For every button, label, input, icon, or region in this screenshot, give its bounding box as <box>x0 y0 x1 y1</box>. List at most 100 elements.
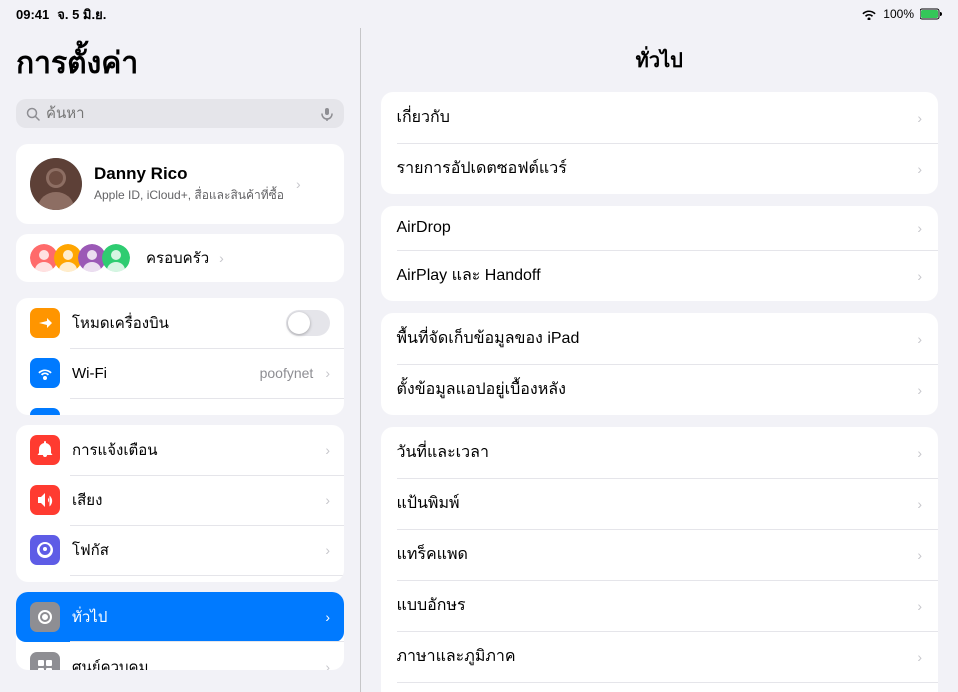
sidebar-section-system: ทั่วไป › ศูนย์ควบคุม › <box>16 592 344 670</box>
profile-info: Danny Rico Apple ID, iCloud+, สื่อและสิน… <box>94 164 284 205</box>
profile-chevron: › <box>296 176 301 192</box>
general-chevron: › <box>325 609 330 625</box>
controlcenter-label: ศูนย์ควบคุม <box>72 655 313 670</box>
airplane-label: โหมดเครื่องบิน <box>72 311 274 335</box>
sidebar-section-alerts: การแจ้งเตือน › เสียง › โฟกัส <box>16 425 344 581</box>
sidebar-item-bluetooth[interactable]: B บลูทูธ เปิด › <box>16 398 344 415</box>
main-layout: การตั้งค่า <box>0 28 958 692</box>
general-label: ทั่วไป <box>72 605 313 629</box>
software-update-label: รายการอัปเดตซอฟต์แวร์ <box>397 156 918 181</box>
sounds-chevron: › <box>325 492 330 508</box>
status-bar-left: 09:41 จ. 5 มิ.ย. <box>16 4 106 25</box>
airplay-chevron: › <box>917 268 922 284</box>
status-bar-right: 100% <box>861 7 942 21</box>
wifi-icon <box>861 8 877 20</box>
family-row[interactable]: ครอบครัว › <box>16 234 344 282</box>
settings-row-language[interactable]: ภาษาและภูมิภาค › <box>381 631 939 682</box>
settings-row-about[interactable]: เกี่ยวกับ › <box>381 92 939 143</box>
trackpad-chevron: › <box>917 547 922 563</box>
about-label: เกี่ยวกับ <box>397 105 918 130</box>
search-input[interactable] <box>46 105 314 122</box>
wifi-label: Wi-Fi <box>72 365 248 382</box>
family-label: ครอบครัว <box>146 246 209 270</box>
sidebar-section-connectivity: โหมดเครื่องบิน Wi-Fi poofynet › B <box>16 298 344 415</box>
controlcenter-icon <box>30 652 60 670</box>
language-chevron: › <box>917 649 922 665</box>
settings-section-info: เกี่ยวกับ › รายการอัปเดตซอฟต์แวร์ › <box>381 92 939 194</box>
toggle-knob <box>288 312 310 334</box>
family-chevron: › <box>219 250 224 266</box>
keyboard-label: แป้นพิมพ์ <box>397 491 918 516</box>
trackpad-label: แทร็คแพด <box>397 542 918 567</box>
right-panel-title: ทั่วไป <box>381 44 939 76</box>
bluetooth-label: บลูทูธ <box>72 411 279 415</box>
sidebar-item-controlcenter[interactable]: ศูนย์ควบคุม › <box>16 642 344 670</box>
airdrop-label: AirDrop <box>397 219 918 237</box>
background-app-chevron: › <box>917 382 922 398</box>
focus-icon <box>30 535 60 565</box>
datetime-label: วันที่และเวลา <box>397 440 918 465</box>
notifications-icon <box>30 435 60 465</box>
about-chevron: › <box>917 110 922 126</box>
controlcenter-chevron: › <box>325 659 330 670</box>
profile-card[interactable]: Danny Rico Apple ID, iCloud+, สื่อและสิน… <box>16 144 344 224</box>
sidebar-item-focus[interactable]: โฟกัส › <box>16 525 344 575</box>
sidebar-item-notifications[interactable]: การแจ้งเตือน › <box>16 425 344 475</box>
settings-row-keyboard[interactable]: แป้นพิมพ์ › <box>381 478 939 529</box>
fonts-chevron: › <box>917 598 922 614</box>
language-label: ภาษาและภูมิภาค <box>397 644 918 669</box>
sidebar-item-screentime[interactable]: เวลาหน้าจอ › <box>16 575 344 581</box>
keyboard-chevron: › <box>917 496 922 512</box>
time: 09:41 <box>16 7 49 22</box>
battery-icon <box>920 8 942 20</box>
search-bar[interactable] <box>16 99 344 128</box>
profile-name: Danny Rico <box>94 164 284 184</box>
battery-percent: 100% <box>883 7 914 21</box>
status-bar: 09:41 จ. 5 มิ.ย. 100% <box>0 0 958 28</box>
airplane-toggle[interactable] <box>286 310 330 336</box>
avatar <box>30 158 82 210</box>
sidebar-item-general[interactable]: ทั่วไป › <box>16 592 344 642</box>
notifications-label: การแจ้งเตือน <box>72 438 313 462</box>
sounds-icon <box>30 485 60 515</box>
airplay-label: AirPlay และ Handoff <box>397 263 918 288</box>
right-panel: ทั่วไป เกี่ยวกับ › รายการอัปเดตซอฟต์แวร์… <box>361 28 958 692</box>
settings-row-background-app[interactable]: ตั้งข้อมูลแอปอยู่เบื้องหลัง › <box>381 364 939 415</box>
wifi-settings-icon <box>30 358 60 388</box>
settings-row-airplay[interactable]: AirPlay และ Handoff › <box>381 250 939 301</box>
mic-icon <box>320 107 334 121</box>
wifi-chevron: › <box>325 365 330 381</box>
sounds-label: เสียง <box>72 488 313 512</box>
software-update-chevron: › <box>917 161 922 177</box>
settings-row-datetime[interactable]: วันที่และเวลา › <box>381 427 939 478</box>
general-icon <box>30 602 60 632</box>
search-icon <box>26 107 40 121</box>
bluetooth-icon: B <box>30 408 60 415</box>
settings-row-dictionary[interactable]: พจนานุกรม › <box>381 682 939 692</box>
settings-row-storage[interactable]: พื้นที่จัดเก็บข้อมูลของ iPad › <box>381 313 939 364</box>
sidebar-item-wifi[interactable]: Wi-Fi poofynet › <box>16 348 344 398</box>
bluetooth-value: เปิด <box>291 412 314 415</box>
sidebar-title: การตั้งค่า <box>16 40 344 87</box>
date: จ. 5 มิ.ย. <box>57 4 106 25</box>
settings-row-fonts[interactable]: แบบอักษร › <box>381 580 939 631</box>
settings-row-trackpad[interactable]: แทร็คแพด › <box>381 529 939 580</box>
settings-row-software-update[interactable]: รายการอัปเดตซอฟต์แวร์ › <box>381 143 939 194</box>
profile-subtitle: Apple ID, iCloud+, สื่อและสินค้าที่ซื้อ <box>94 186 284 205</box>
settings-section-storage: พื้นที่จัดเก็บข้อมูลของ iPad › ตั้งข้อมู… <box>381 313 939 415</box>
sidebar: การตั้งค่า <box>0 28 360 692</box>
sidebar-item-airplane[interactable]: โหมดเครื่องบิน <box>16 298 344 348</box>
airplane-icon <box>30 308 60 338</box>
airdrop-chevron: › <box>917 220 922 236</box>
storage-chevron: › <box>917 331 922 347</box>
family-avatars <box>30 244 126 272</box>
focus-chevron: › <box>325 542 330 558</box>
settings-section-locale: วันที่และเวลา › แป้นพิมพ์ › แทร็คแพด › แ… <box>381 427 939 692</box>
settings-row-airdrop[interactable]: AirDrop › <box>381 206 939 250</box>
background-app-label: ตั้งข้อมูลแอปอยู่เบื้องหลัง <box>397 377 918 402</box>
settings-section-sharing: AirDrop › AirPlay และ Handoff › <box>381 206 939 301</box>
focus-label: โฟกัส <box>72 538 313 562</box>
sidebar-item-sounds[interactable]: เสียง › <box>16 475 344 525</box>
wifi-value: poofynet <box>260 365 314 381</box>
fonts-label: แบบอักษร <box>397 593 918 618</box>
